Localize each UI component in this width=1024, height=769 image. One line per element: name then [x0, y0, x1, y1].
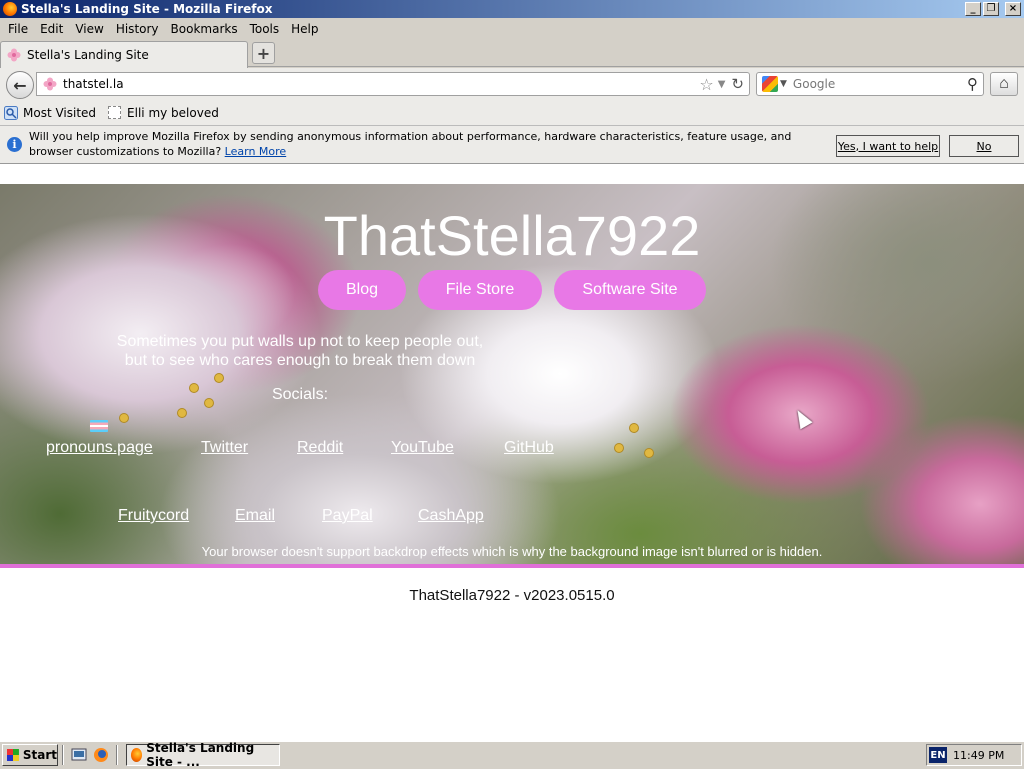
tab-title: Stella's Landing Site	[27, 48, 149, 62]
info-icon: i	[7, 137, 22, 152]
backdrop-notice: Your browser doesn't support backdrop ef…	[201, 544, 823, 559]
window-title: Stella's Landing Site - Mozilla Firefox	[21, 2, 273, 16]
notification-message: Will you help improve Mozilla Firefox by…	[29, 130, 792, 158]
search-icon[interactable]: ⚲	[967, 75, 978, 93]
windows-logo-icon	[7, 749, 19, 761]
menu-view[interactable]: View	[69, 22, 109, 36]
hero-background: ThatStella7922 Blog File Store Software …	[0, 184, 1024, 564]
close-button[interactable]: ×	[1005, 2, 1021, 16]
software-site-button[interactable]: Software Site	[554, 270, 706, 310]
url-text[interactable]: thatstel.la	[63, 77, 699, 91]
quote: Sometimes you put walls up not to keep p…	[116, 333, 484, 369]
bookmark-elli[interactable]: Elli my beloved	[108, 106, 219, 120]
home-icon: ⌂	[999, 75, 1009, 92]
search-bar[interactable]: ▼ Google ⚲	[756, 72, 984, 96]
bookmark-most-visited[interactable]: Most Visited	[4, 105, 97, 120]
show-desktop-icon[interactable]	[71, 747, 87, 763]
minimize-button[interactable]: _	[965, 2, 981, 16]
taskbar-item-firefox[interactable]: Stella's Landing Site - ...	[126, 741, 280, 769]
system-tray: EN 11:49 PM	[926, 744, 1022, 766]
bookmarks-bar: Most Visited Elli my beloved	[0, 100, 1024, 125]
google-engine-icon[interactable]	[762, 76, 778, 92]
most-visited-icon	[4, 105, 18, 120]
footer-version: ThatStella7922 - v2023.0515.0	[409, 587, 615, 604]
link-github[interactable]: GitHub	[504, 439, 554, 457]
language-indicator[interactable]: EN	[929, 747, 947, 763]
no-button[interactable]: No	[949, 135, 1019, 157]
menu-edit[interactable]: Edit	[34, 22, 69, 36]
reload-icon[interactable]: ↻	[731, 75, 744, 93]
telemetry-notification-bar: i Will you help improve Mozilla Firefox …	[0, 125, 1024, 164]
window-title-bar[interactable]: Stella's Landing Site - Mozilla Firefox …	[0, 0, 1024, 18]
link-reddit[interactable]: Reddit	[297, 439, 343, 457]
mouse-cursor-icon	[791, 406, 813, 430]
bookmark-label: Most Visited	[23, 105, 97, 120]
link-email[interactable]: Email	[235, 507, 275, 525]
taskbar: Start Stella's Landing Site - ... EN 11:…	[0, 741, 1024, 769]
navigation-bar: ← thatstel.la ☆ ▼ ↻ ▼ Google ⚲ ⌂	[0, 68, 1024, 100]
flower-favicon-icon	[43, 77, 57, 91]
clock: 11:49 PM	[953, 748, 1005, 762]
firefox-icon	[3, 2, 17, 16]
firefox-icon	[131, 748, 143, 762]
back-button[interactable]: ←	[6, 71, 34, 99]
link-fruitycord[interactable]: Fruitycord	[118, 507, 189, 525]
search-input[interactable]: Google	[793, 77, 967, 91]
new-tab-button[interactable]: +	[252, 42, 275, 64]
link-pronouns-page[interactable]: pronouns.page	[46, 439, 153, 457]
engine-dropdown-icon[interactable]: ▼	[780, 79, 787, 89]
menu-help[interactable]: Help	[285, 22, 324, 36]
tab-stellas-landing-site[interactable]: Stella's Landing Site	[0, 41, 248, 68]
url-bar[interactable]: thatstel.la ☆ ▼ ↻	[36, 72, 750, 96]
footer-divider	[0, 564, 1024, 568]
page-viewport[interactable]: ThatStella7922 Blog File Store Software …	[0, 164, 1024, 741]
link-youtube[interactable]: YouTube	[391, 439, 454, 457]
firefox-quicklaunch-icon[interactable]	[93, 747, 109, 763]
restore-button[interactable]: ❐	[983, 2, 999, 16]
menu-tools[interactable]: Tools	[244, 22, 286, 36]
window-controls: _ ❐ ×	[965, 2, 1021, 16]
home-button[interactable]: ⌂	[990, 72, 1018, 96]
learn-more-link[interactable]: Learn More	[225, 145, 287, 158]
file-store-button[interactable]: File Store	[418, 270, 542, 310]
bookmark-star-icon[interactable]: ☆	[699, 75, 713, 94]
start-button[interactable]: Start	[2, 744, 58, 766]
link-cashapp[interactable]: CashApp	[418, 507, 484, 525]
menu-history[interactable]: History	[110, 22, 165, 36]
blank-page-icon	[108, 106, 122, 119]
menu-bookmarks[interactable]: Bookmarks	[165, 22, 244, 36]
tab-strip: Stella's Landing Site	[0, 39, 1024, 68]
back-arrow-icon: ←	[13, 75, 27, 95]
yes-help-button[interactable]: Yes, I want to help	[836, 135, 940, 157]
menu-file[interactable]: File	[2, 22, 34, 36]
site-title: ThatStella7922	[323, 204, 701, 267]
link-twitter[interactable]: Twitter	[201, 439, 248, 457]
bookmark-label: Elli my beloved	[127, 105, 219, 120]
menu-bar: File Edit View History Bookmarks Tools H…	[0, 18, 1024, 39]
history-dropdown-icon[interactable]: ▼	[718, 79, 726, 90]
blog-button[interactable]: Blog	[318, 270, 406, 310]
socials-heading: Socials:	[271, 386, 329, 403]
flower-favicon-icon	[7, 48, 21, 62]
link-paypal[interactable]: PayPal	[322, 507, 373, 525]
trans-flag-icon	[90, 420, 108, 432]
